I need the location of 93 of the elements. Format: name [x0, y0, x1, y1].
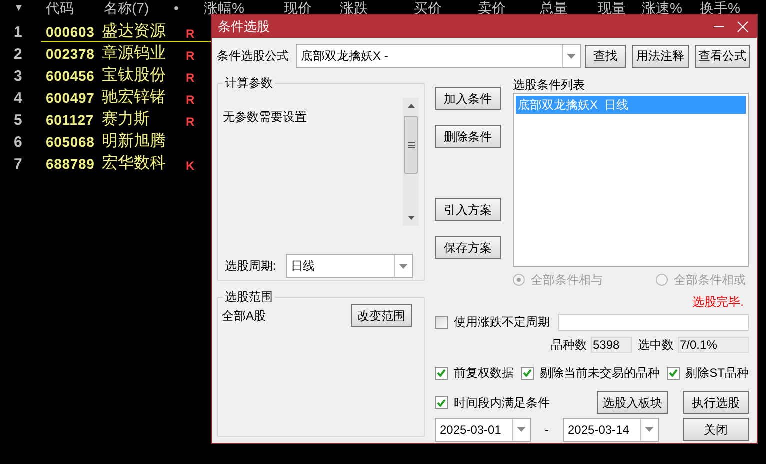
stock-name: 驰宏锌锗: [102, 90, 167, 106]
checkbox[interactable]: [435, 316, 448, 328]
field-label: 选股周期:: [225, 258, 278, 275]
group-title: 计算参数: [223, 75, 275, 91]
checkbox[interactable]: [520, 366, 534, 380]
column-header[interactable]: 代码: [46, 1, 74, 15]
checkbox[interactable]: [435, 366, 448, 380]
up-arrow-icon: [408, 104, 414, 108]
radio-label: 全部条件相或: [674, 272, 746, 289]
column-header[interactable]: 涨速%: [642, 1, 682, 15]
flag-label: R: [186, 116, 195, 128]
stock-code: 000603: [45, 25, 96, 39]
row-number: 4: [13, 90, 24, 106]
row-number: 1: [13, 24, 24, 40]
grip-icon: [408, 142, 414, 148]
stock-code: 600497: [45, 91, 96, 105]
stat-field: 5398: [591, 336, 632, 352]
button[interactable]: 查找: [585, 44, 626, 68]
flag-label: K: [186, 160, 195, 172]
checkbox[interactable]: [666, 366, 680, 380]
checkbox[interactable]: [435, 396, 448, 409]
check-icon: [437, 398, 446, 406]
button[interactable]: 改变范围: [351, 304, 412, 327]
caret-icon: [567, 54, 576, 58]
date-dropdown[interactable]: 2025-03-01: [435, 418, 531, 442]
stock-name: 章源钨业: [102, 46, 167, 62]
stock-code: 605068: [45, 135, 96, 149]
stock-name: 明新旭腾: [102, 134, 167, 150]
button[interactable]: 用法注释: [632, 44, 689, 68]
column-header[interactable]: •: [174, 1, 179, 15]
stock-code: 002378: [45, 47, 96, 61]
check-icon: [522, 369, 532, 377]
flag-label: R: [186, 50, 195, 62]
stock-name: 宏华数科: [102, 156, 167, 172]
row-number: 7: [13, 156, 24, 172]
group-title: 选股范围: [223, 289, 275, 305]
flag-label: R: [186, 28, 195, 40]
window-title: 条件选股: [218, 18, 271, 36]
down-arrow-icon: [408, 216, 414, 220]
checkbox-label: 时间段内满足条件: [454, 394, 550, 412]
stat-label: 品种数: [551, 336, 587, 354]
date-dropdown[interactable]: 2025-03-14: [563, 418, 659, 442]
button[interactable]: 加入条件: [435, 87, 501, 110]
stock-code: 600456: [45, 69, 96, 83]
stock-code: 601127: [45, 113, 96, 127]
flag-label: R: [186, 94, 195, 106]
button[interactable]: 查看公式: [695, 44, 750, 68]
period-dropdown[interactable]: 日线: [286, 254, 413, 278]
checkbox-label: 使用涨跌不定周期: [454, 314, 550, 331]
button[interactable]: 删除条件: [435, 125, 501, 148]
column-header[interactable]: 买价: [414, 1, 442, 15]
check-icon: [437, 369, 446, 377]
column-header[interactable]: 现量: [598, 1, 626, 15]
column-header[interactable]: 涨幅%: [204, 1, 244, 15]
checkbox-label: 前复权数据: [454, 365, 514, 382]
check-icon: [668, 369, 678, 377]
flag-label: R: [186, 72, 195, 84]
stock-name: 盛达资源: [102, 24, 167, 40]
column-header[interactable]: 名称(7): [104, 1, 150, 15]
formula-dropdown[interactable]: 底部双龙擒妖X -: [296, 44, 581, 68]
column-header[interactable]: 涨跌: [340, 1, 368, 15]
status-text: 选股完毕.: [692, 294, 744, 311]
row-number: 3: [13, 68, 24, 84]
checkbox-label: 剔除当前未交易的品种: [540, 365, 660, 382]
scrollbar-thumb[interactable]: [404, 116, 418, 174]
radio-label: 全部条件相与: [531, 272, 603, 289]
caret-icon: [645, 427, 654, 432]
stock-name: 宝钛股份: [102, 68, 167, 84]
input-field[interactable]: [558, 314, 749, 330]
caret-icon: [399, 264, 408, 268]
stock-name: 赛力斯: [102, 112, 151, 128]
list-title: 选股条件列表: [513, 77, 586, 93]
message-text: 无参数需要设置: [222, 109, 308, 126]
field-label: 条件选股公式: [217, 48, 290, 65]
stock-code: 688789: [45, 157, 96, 171]
button[interactable]: 保存方案: [435, 236, 501, 259]
caret-icon: [517, 427, 526, 432]
separator-text: -: [544, 422, 550, 438]
button[interactable]: 选股入板块: [597, 391, 668, 414]
column-header[interactable]: 换手%: [700, 1, 740, 15]
stat-label: 选中数: [638, 336, 674, 354]
checkbox-label: 剔除ST品种: [686, 365, 749, 382]
row-number: 2: [13, 46, 24, 62]
row-number: 6: [13, 134, 24, 150]
column-header[interactable]: ▼: [14, 4, 24, 14]
row-number: 5: [13, 112, 24, 128]
stat-field: 7/0.1%: [678, 336, 749, 352]
column-header[interactable]: 卖价: [478, 1, 506, 15]
button[interactable]: 引入方案: [435, 198, 501, 221]
range-value: 全部A股: [222, 308, 266, 324]
button[interactable]: 关闭: [683, 418, 749, 441]
close-icon: [737, 20, 749, 32]
button[interactable]: 执行选股: [683, 391, 749, 414]
